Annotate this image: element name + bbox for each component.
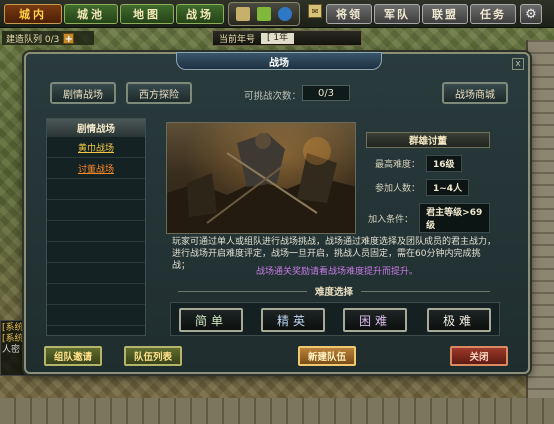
gear-icon[interactable]: ⚙ xyxy=(520,4,542,24)
info-row-max-difficulty: 最高难度： 16级 xyxy=(366,155,490,172)
add-build-button[interactable]: + xyxy=(63,32,75,45)
battle-scene-image xyxy=(166,122,356,234)
list-item-yellow-turban[interactable]: 黄巾战场 xyxy=(47,137,145,158)
reward-tip: 战场通关奖励请看战场难度提升而提升。 xyxy=(256,267,419,277)
nav-tasks[interactable]: 任务 xyxy=(470,4,516,24)
battlefield-dialog: 战场 x 剧情战场 西方探险 战场商城 可挑战次数： 0/3 剧情战场 黄巾战场… xyxy=(24,52,530,374)
nav-map[interactable]: 地图 xyxy=(120,4,174,24)
nav-city-inside[interactable]: 城内 xyxy=(4,4,62,24)
difficulty-easy-button[interactable]: 简单 xyxy=(179,308,243,332)
difficulty-extreme-button[interactable]: 极难 xyxy=(427,308,491,332)
top-nav-bar: 城内 城池 地图 战场 ✉ 将领 军队 联盟 任务 ⚙ xyxy=(0,0,554,28)
chat-line: [系统 xyxy=(2,323,24,333)
build-queue-label: 建造队列 0/3 xyxy=(6,34,60,45)
list-item-empty xyxy=(47,179,145,200)
battle-scene-art xyxy=(167,133,355,233)
challenge-count-value: 0/3 xyxy=(302,85,350,101)
quick-tools xyxy=(228,2,300,26)
scroll-icon[interactable] xyxy=(236,7,251,21)
list-item-anti-dong[interactable]: 讨董战场 xyxy=(47,158,145,179)
list-item-empty xyxy=(47,305,145,326)
city-wall-right xyxy=(526,40,554,424)
list-item-empty xyxy=(47,221,145,242)
info-label: 加入条件： xyxy=(368,214,414,225)
info-row-players: 参加人数： 1~4人 xyxy=(366,179,490,196)
tab-western-expedition[interactable]: 西方探险 xyxy=(126,82,192,104)
chat-line: [系统 xyxy=(2,334,24,344)
team-invite-button[interactable]: 组队邀请 xyxy=(44,346,102,366)
nav-battlefield[interactable]: 战场 xyxy=(176,4,224,24)
city-wall-bottom xyxy=(0,398,554,424)
difficulty-selector: 简单 精英 困难 极难 xyxy=(170,302,500,336)
chat-line: 人密 xyxy=(2,345,21,355)
list-item-empty xyxy=(47,242,145,263)
info-row-requirement: 加入条件： 君主等级>69级 xyxy=(366,203,490,233)
build-queue: 建造队列 0/3 + xyxy=(2,31,94,45)
year-value: [ 1年 xyxy=(261,32,295,44)
info-value: 君主等级>69级 xyxy=(419,203,490,233)
year-bar: 当前年号 [ 1年 xyxy=(212,30,362,46)
bag-icon[interactable] xyxy=(256,7,271,21)
tab-story-battlefield[interactable]: 剧情战场 xyxy=(50,82,116,104)
info-value: 1~4人 xyxy=(426,179,470,196)
nav-alliance[interactable]: 联盟 xyxy=(422,4,468,24)
mail-icon[interactable]: ✉ xyxy=(308,4,322,18)
difficulty-header: 难度选择 xyxy=(170,284,498,298)
year-label: 当前年号 xyxy=(219,34,256,45)
globe-icon[interactable] xyxy=(277,7,292,21)
battlefield-list-header: 剧情战场 xyxy=(47,119,145,137)
new-team-button[interactable]: 新建队伍 xyxy=(298,346,356,366)
nav-army[interactable]: 军队 xyxy=(374,4,420,24)
nav-generals[interactable]: 将领 xyxy=(326,4,372,24)
difficulty-elite-button[interactable]: 精英 xyxy=(261,308,325,332)
battlefield-list: 剧情战场 黄巾战场 讨董战场 xyxy=(46,118,146,336)
difficulty-hard-button[interactable]: 困难 xyxy=(343,308,407,332)
info-value: 16级 xyxy=(426,155,462,172)
close-icon[interactable]: x xyxy=(512,58,524,70)
dialog-title: 战场 xyxy=(176,52,382,70)
list-item-empty xyxy=(47,200,145,221)
team-list-button[interactable]: 队伍列表 xyxy=(124,346,182,366)
battlefield-name: 群雄讨董 xyxy=(366,132,490,148)
tab-battlefield-shop[interactable]: 战场商城 xyxy=(442,82,508,104)
list-item-empty xyxy=(47,263,145,284)
info-label: 最高难度： xyxy=(374,160,420,170)
list-item-empty xyxy=(47,284,145,305)
battlefield-info: 群雄讨董 最高难度： 16级 参加人数： 1~4人 加入条件： 君主等级>69级 xyxy=(366,132,490,233)
challenge-count-label: 可挑战次数： xyxy=(244,91,302,102)
info-label: 参加人数： xyxy=(374,184,420,194)
nav-city[interactable]: 城池 xyxy=(64,4,118,24)
difficulty-title: 难度选择 xyxy=(315,287,354,298)
close-button[interactable]: 关闭 xyxy=(450,346,508,366)
